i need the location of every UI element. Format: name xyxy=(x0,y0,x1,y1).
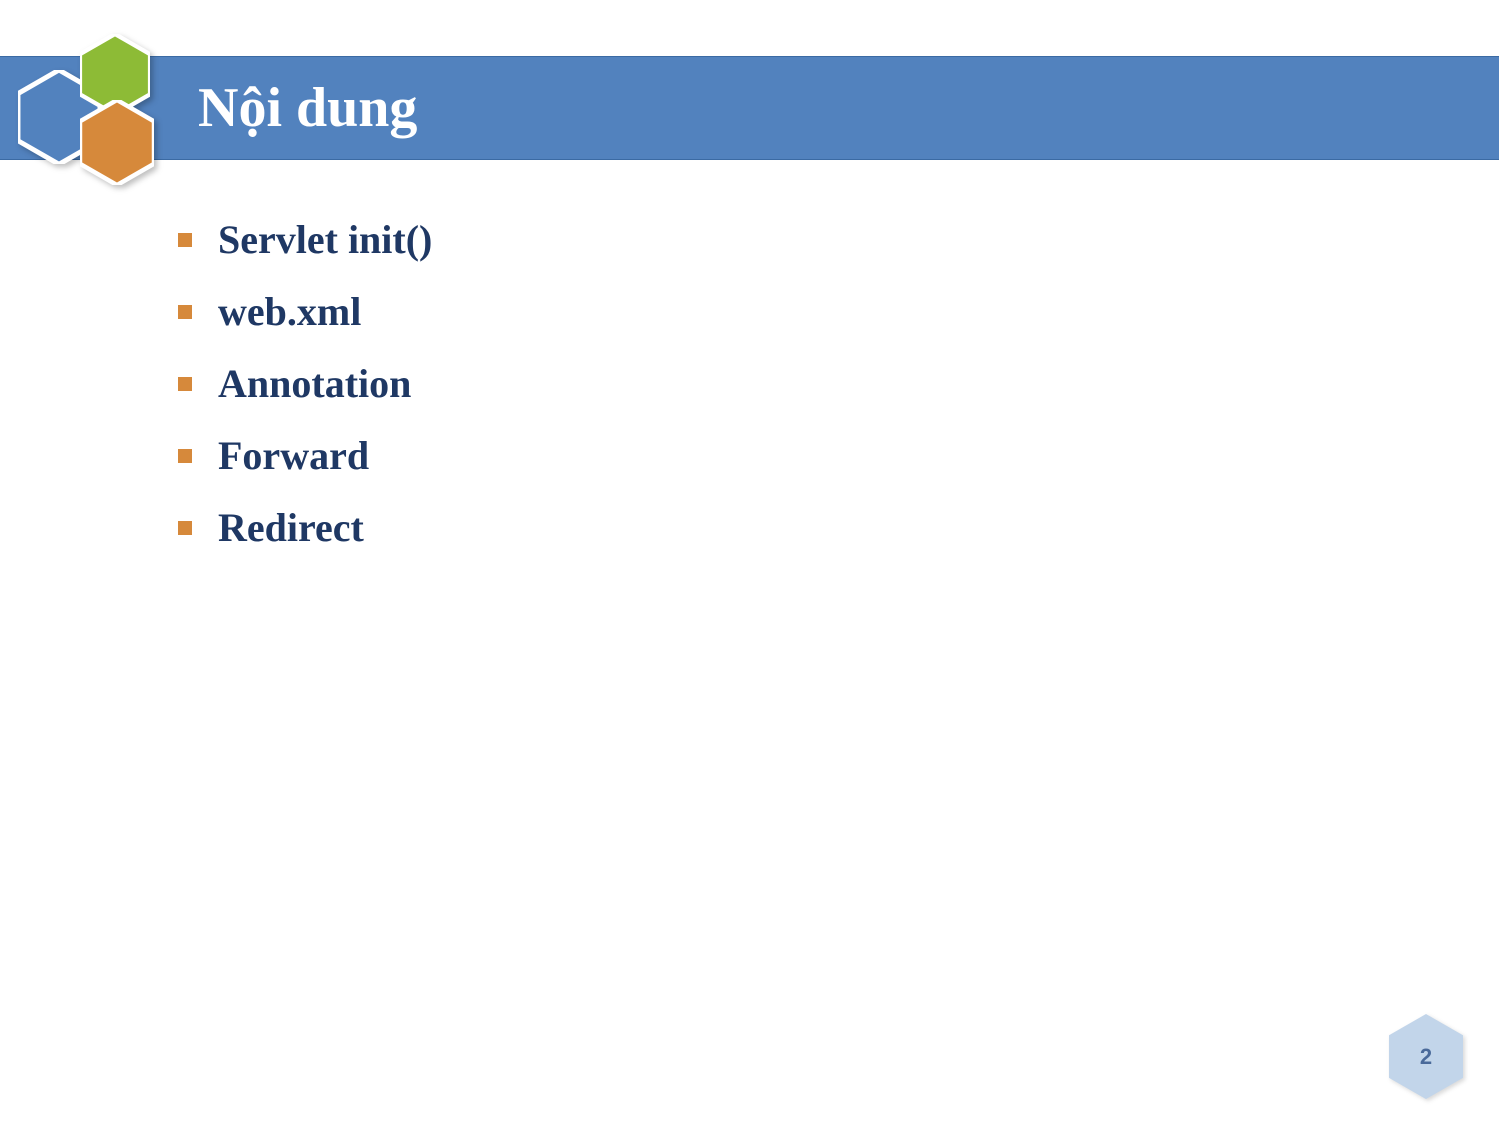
list-item: Annotation xyxy=(178,362,432,406)
page-number-badge: 2 xyxy=(1389,1014,1463,1100)
bullet-icon xyxy=(178,449,192,463)
list-item: Servlet init() xyxy=(178,218,432,262)
page-number: 2 xyxy=(1389,1014,1463,1100)
list-item: Redirect xyxy=(178,506,432,550)
list-item-text: Forward xyxy=(218,434,369,478)
list-item: Forward xyxy=(178,434,432,478)
title-bar: Nội dung xyxy=(0,56,1499,160)
content-list: Servlet init() web.xml Annotation Forwar… xyxy=(178,218,432,578)
bullet-icon xyxy=(178,305,192,319)
list-item-text: Redirect xyxy=(218,506,364,550)
list-item: web.xml xyxy=(178,290,432,334)
bullet-icon xyxy=(178,521,192,535)
logo-hex-group xyxy=(18,34,178,194)
list-item-text: Annotation xyxy=(218,362,411,406)
page-title: Nội dung xyxy=(198,76,417,140)
hexagon-orange-icon xyxy=(80,100,154,186)
list-item-text: web.xml xyxy=(218,290,361,334)
bullet-icon xyxy=(178,377,192,391)
list-item-text: Servlet init() xyxy=(218,218,432,262)
bullet-icon xyxy=(178,233,192,247)
